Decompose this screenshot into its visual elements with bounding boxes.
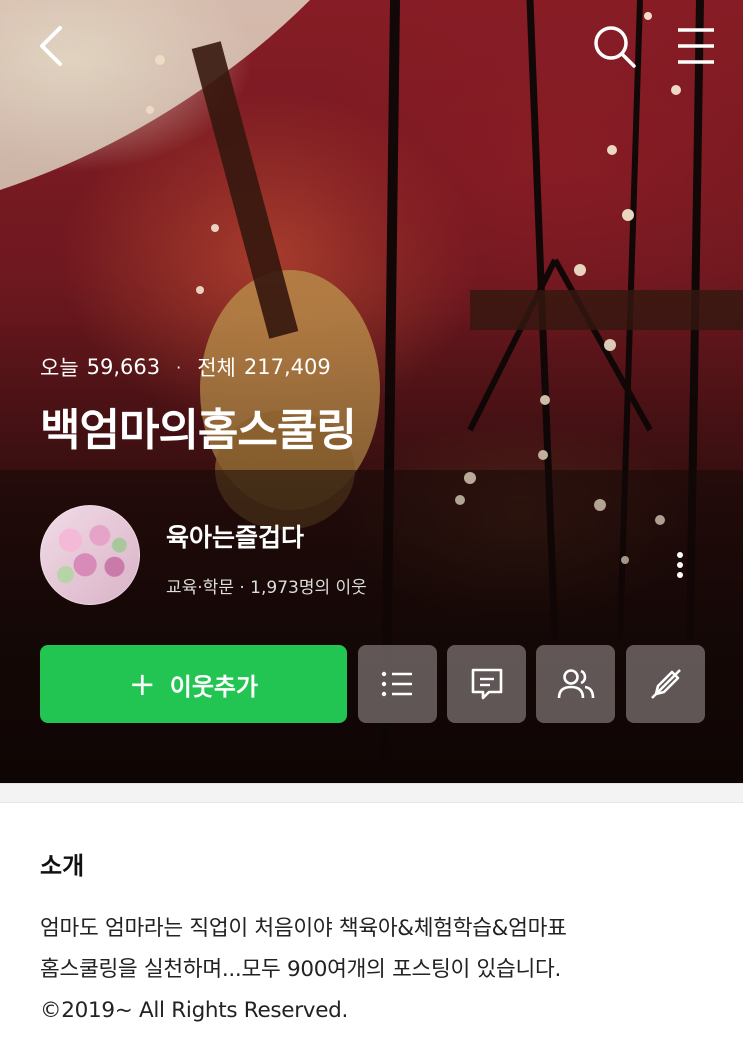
chat-bubble-icon [471,668,502,700]
blog-category-neighbors: 교육·학문 · 1,973명의 이웃 [166,578,367,598]
write-disabled-button[interactable] [626,645,705,723]
search-button[interactable] [590,22,638,70]
back-button[interactable] [36,24,72,68]
list-icon [381,671,412,697]
section-divider [0,783,743,803]
blog-title: 백엄마의홈스쿨링 [40,405,357,456]
category-list-button[interactable] [358,645,437,723]
today-label: 오늘 [40,356,79,380]
intro-description: 엄마도 엄마라는 직업이 처음이야 책육아&체험학습&엄마표 홈스쿨링을 실천하… [40,916,567,1023]
hamburger-menu-icon [678,28,714,64]
total-label: 전체 [197,356,236,380]
total-count: 217,409 [243,355,331,379]
guestbook-button[interactable] [447,645,526,723]
more-options-button[interactable] [668,548,692,588]
search-icon [594,26,636,68]
visitor-stats: 오늘 59,663 · 전체 217,409 [40,352,331,382]
stats-separator: · [176,357,182,377]
intro-heading: 소개 [40,852,85,880]
blogger-nickname[interactable]: 육아는즐겁다 [166,518,304,554]
more-dots-icon [677,552,683,558]
chevron-left-icon [40,26,62,66]
edit-slash-icon [650,669,681,699]
avatar[interactable] [40,505,140,605]
menu-button[interactable] [672,24,720,68]
add-neighbor-label: 이웃추가 [169,672,259,701]
add-neighbor-button[interactable]: + 이웃추가 [40,645,347,723]
neighbors-button[interactable] [536,645,615,723]
people-icon [557,669,594,699]
today-count: 59,663 [86,355,161,379]
plus-icon: + [128,665,156,703]
